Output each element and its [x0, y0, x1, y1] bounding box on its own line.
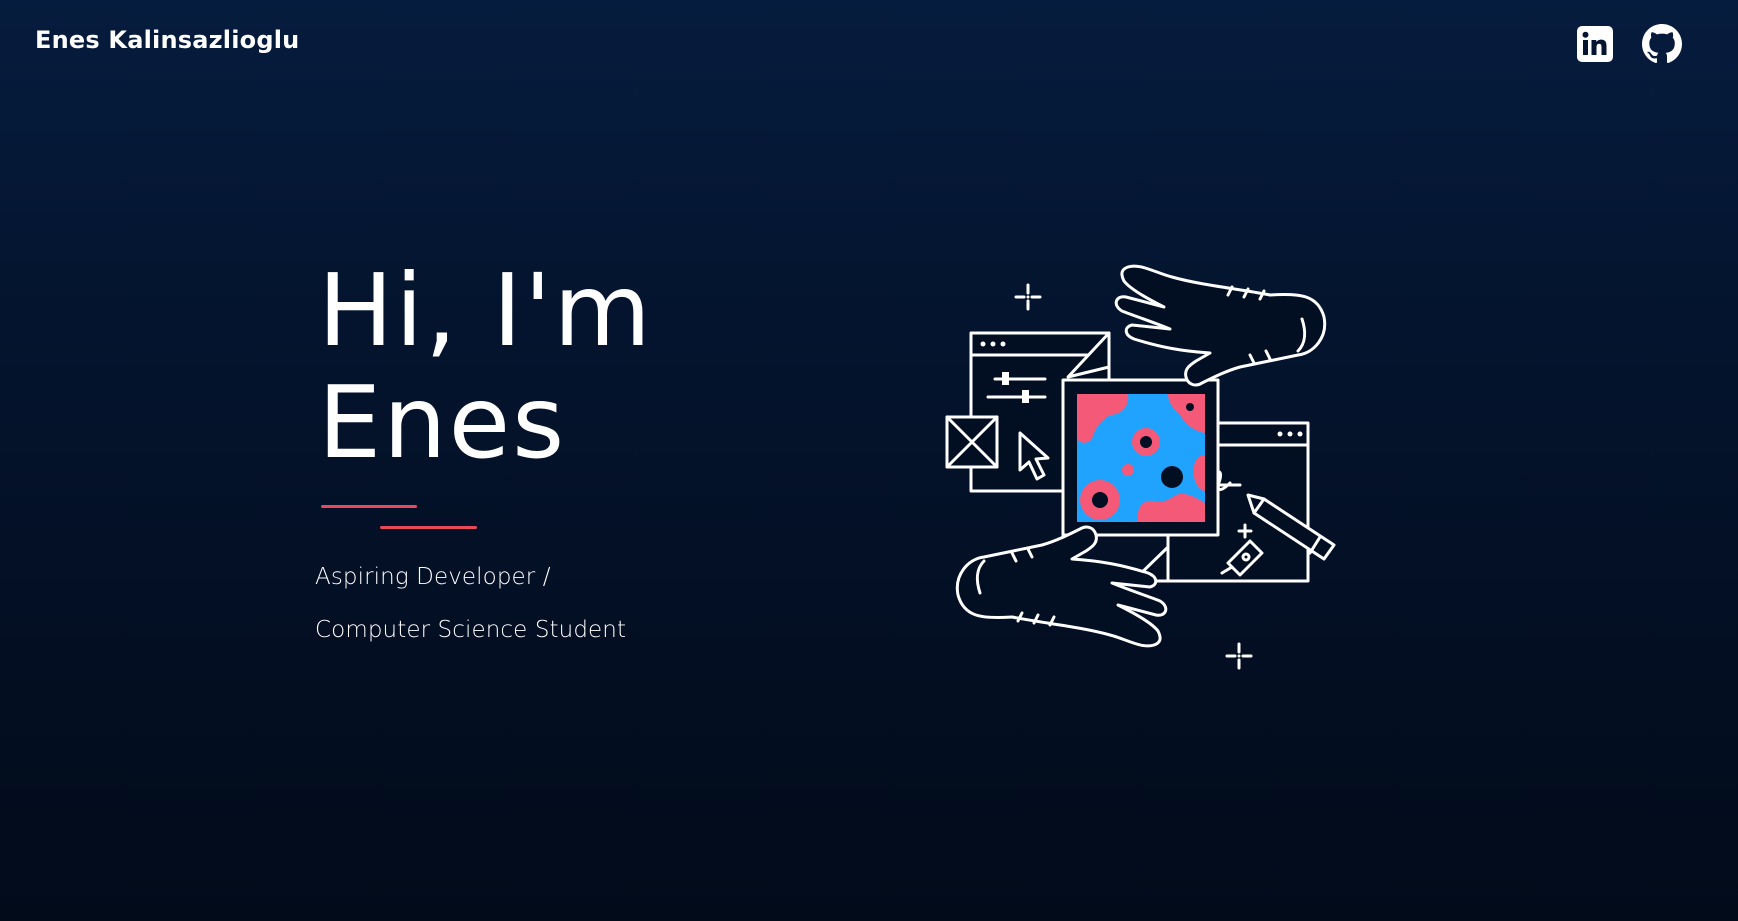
brand-name-link[interactable]: Enes Kalinsazlioglu: [35, 26, 299, 54]
hand-illustration-icon: [1114, 264, 1327, 387]
sparkle-icon: [1014, 283, 1042, 311]
hero-title-line-2: Enes: [318, 364, 567, 481]
hero-title-line-1: Hi, I'm: [318, 252, 653, 369]
linkedin-link[interactable]: [1577, 26, 1613, 62]
hero-subtitle-line-1: Aspiring Developer /: [315, 564, 551, 590]
github-link[interactable]: [1642, 24, 1682, 64]
hero-title: Hi, I'm Enes: [318, 255, 653, 479]
hero-subtitle-line-2: Computer Science Student: [315, 617, 627, 643]
linkedin-icon: [1577, 26, 1613, 62]
accent-divider-upper: [321, 505, 417, 508]
canvas-artwork-icon: [1061, 378, 1220, 537]
sparkle-icon: [1225, 642, 1253, 670]
github-icon: [1642, 24, 1682, 64]
hero-heading-block: Hi, I'm Enes: [318, 255, 653, 479]
site-header: Enes Kalinsazlioglu: [0, 0, 1738, 90]
accent-divider-lower: [380, 526, 477, 529]
creative-hands-windows-illustration: [910, 255, 1370, 675]
hand-illustration-icon: [955, 525, 1168, 648]
